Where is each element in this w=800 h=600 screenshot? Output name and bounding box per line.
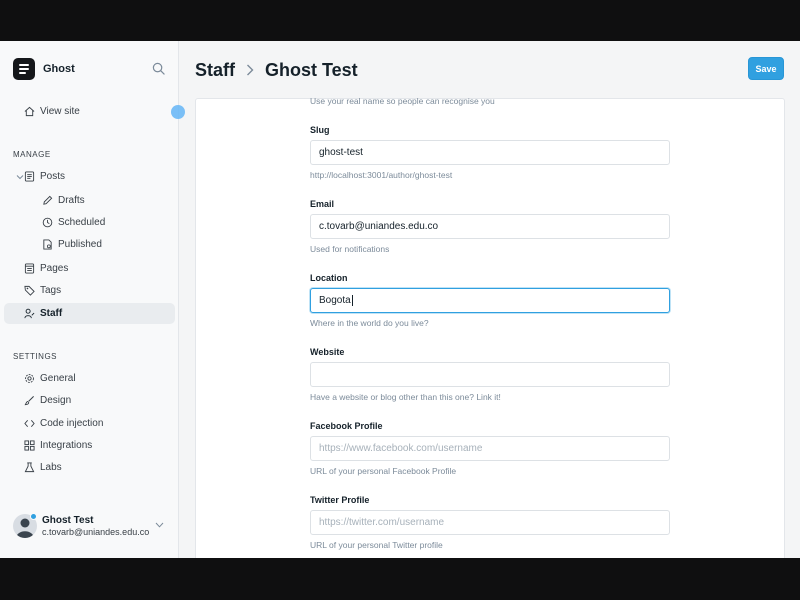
- pencil-icon: [43, 195, 53, 205]
- slug-field[interactable]: ghost-test: [310, 140, 670, 165]
- sidebar-item-code-injection[interactable]: Code injection: [4, 413, 175, 434]
- sidebar-item-label: View site: [40, 106, 80, 117]
- sidebar-item-label: Code injection: [40, 418, 104, 429]
- website-hint: Have a website or blog other than this o…: [310, 392, 501, 402]
- settings-heading: SETTINGS: [13, 352, 58, 361]
- save-button[interactable]: Save: [748, 57, 784, 80]
- email-hint: Used for notifications: [310, 244, 390, 254]
- sidebar-item-label: Labs: [40, 462, 62, 473]
- page-title: Ghost Test: [265, 59, 358, 80]
- text-caret: [351, 295, 353, 306]
- location-field[interactable]: Bogota: [310, 288, 670, 313]
- profile-form-panel: Use your real name so people can recogni…: [195, 96, 785, 558]
- main-content: Staff Ghost Test Save Use your real name…: [179, 41, 800, 558]
- sidebar-item-design[interactable]: Design: [4, 390, 175, 411]
- chevron-down-icon[interactable]: [155, 522, 164, 528]
- slug-label: Slug: [310, 125, 330, 135]
- sidebar-item-staff[interactable]: Staff: [4, 303, 175, 324]
- user-name: Ghost Test: [42, 515, 94, 526]
- breadcrumb: Staff Ghost Test: [195, 58, 358, 82]
- sidebar-item-label: Posts: [40, 171, 66, 182]
- twitter-hint: URL of your personal Twitter profile: [310, 540, 443, 550]
- sidebar-item-label: Integrations: [40, 440, 93, 451]
- sidebar-item-label: Design: [40, 395, 72, 406]
- sidebar-item-label: Pages: [40, 263, 69, 274]
- sidebar-item-drafts[interactable]: Drafts: [4, 190, 175, 211]
- gear-icon: [25, 374, 34, 383]
- user-email: c.tovarb@uniandes.edu.co: [42, 527, 150, 537]
- ghost-logo-icon: [13, 58, 35, 80]
- sidebar-item-label: Staff: [40, 308, 63, 319]
- integrations-icon: [24, 440, 35, 451]
- name-hint: Use your real name so people can recogni…: [310, 96, 495, 106]
- email-field[interactable]: c.tovarb@uniandes.edu.co: [310, 214, 670, 239]
- staff-icon: [24, 308, 35, 319]
- brush-icon: [24, 396, 34, 406]
- website-label: Website: [310, 347, 345, 357]
- twitter-field[interactable]: https://twitter.com/username: [310, 510, 670, 535]
- letterbox-bottom: [0, 558, 800, 600]
- facebook-placeholder: https://www.facebook.com/username: [319, 443, 483, 454]
- flask-icon: [24, 462, 35, 473]
- location-value: Bogota: [319, 295, 351, 306]
- posts-icon: [24, 171, 35, 182]
- brand-title: Ghost: [43, 63, 75, 75]
- letterbox-top: [0, 0, 800, 41]
- sidebar-item-label: Tags: [40, 285, 62, 296]
- app-window: Ghost View site MANAGE Posts Drafts Sche…: [0, 41, 800, 558]
- sidebar-item-label: Drafts: [58, 195, 85, 206]
- twitter-placeholder: https://twitter.com/username: [319, 517, 445, 528]
- facebook-hint: URL of your personal Facebook Profile: [310, 466, 457, 476]
- sidebar-item-labs[interactable]: Labs: [4, 457, 175, 478]
- sidebar-item-label: Scheduled: [58, 217, 106, 228]
- sidebar-item-label: General: [40, 373, 76, 384]
- sidebar-item-label: Published: [58, 239, 102, 250]
- facebook-field[interactable]: https://www.facebook.com/username: [310, 436, 670, 461]
- sidebar-item-published[interactable]: Published: [4, 234, 175, 255]
- slug-hint: http://localhost:3001/author/ghost-test: [310, 170, 453, 180]
- pages-icon: [24, 263, 35, 274]
- email-label: Email: [310, 199, 335, 209]
- brand[interactable]: Ghost: [13, 58, 75, 80]
- user-menu[interactable]: Ghost Test c.tovarb@uniandes.edu.co: [13, 512, 173, 542]
- published-icon: [43, 239, 52, 250]
- email-value: c.tovarb@uniandes.edu.co: [319, 221, 439, 232]
- location-label: Location: [310, 273, 348, 283]
- twitter-label: Twitter Profile: [310, 495, 370, 505]
- sidebar-item-tags[interactable]: Tags: [4, 280, 175, 301]
- home-icon: [24, 106, 35, 117]
- slug-value: ghost-test: [319, 147, 363, 158]
- sidebar-item-posts[interactable]: Posts: [4, 166, 175, 187]
- manage-heading: MANAGE: [13, 150, 51, 159]
- search-icon[interactable]: [152, 62, 165, 75]
- chevron-right-icon: [247, 64, 254, 76]
- website-field[interactable]: [310, 362, 670, 387]
- location-hint: Where in the world do you live?: [310, 318, 429, 328]
- code-icon: [24, 419, 35, 428]
- sidebar-item-integrations[interactable]: Integrations: [4, 435, 175, 456]
- facebook-label: Facebook Profile: [310, 421, 383, 431]
- sidebar-item-general[interactable]: General: [4, 368, 175, 389]
- status-dot: [30, 513, 37, 520]
- sidebar: Ghost View site MANAGE Posts Drafts Sche…: [0, 41, 179, 558]
- sidebar-item-scheduled[interactable]: Scheduled: [4, 212, 175, 233]
- clock-icon: [42, 217, 53, 228]
- chevron-down-icon[interactable]: [16, 174, 24, 180]
- sidebar-item-view-site[interactable]: View site: [4, 101, 175, 122]
- sidebar-item-pages[interactable]: Pages: [4, 258, 175, 279]
- breadcrumb-parent[interactable]: Staff: [195, 60, 235, 81]
- tag-icon: [24, 285, 35, 296]
